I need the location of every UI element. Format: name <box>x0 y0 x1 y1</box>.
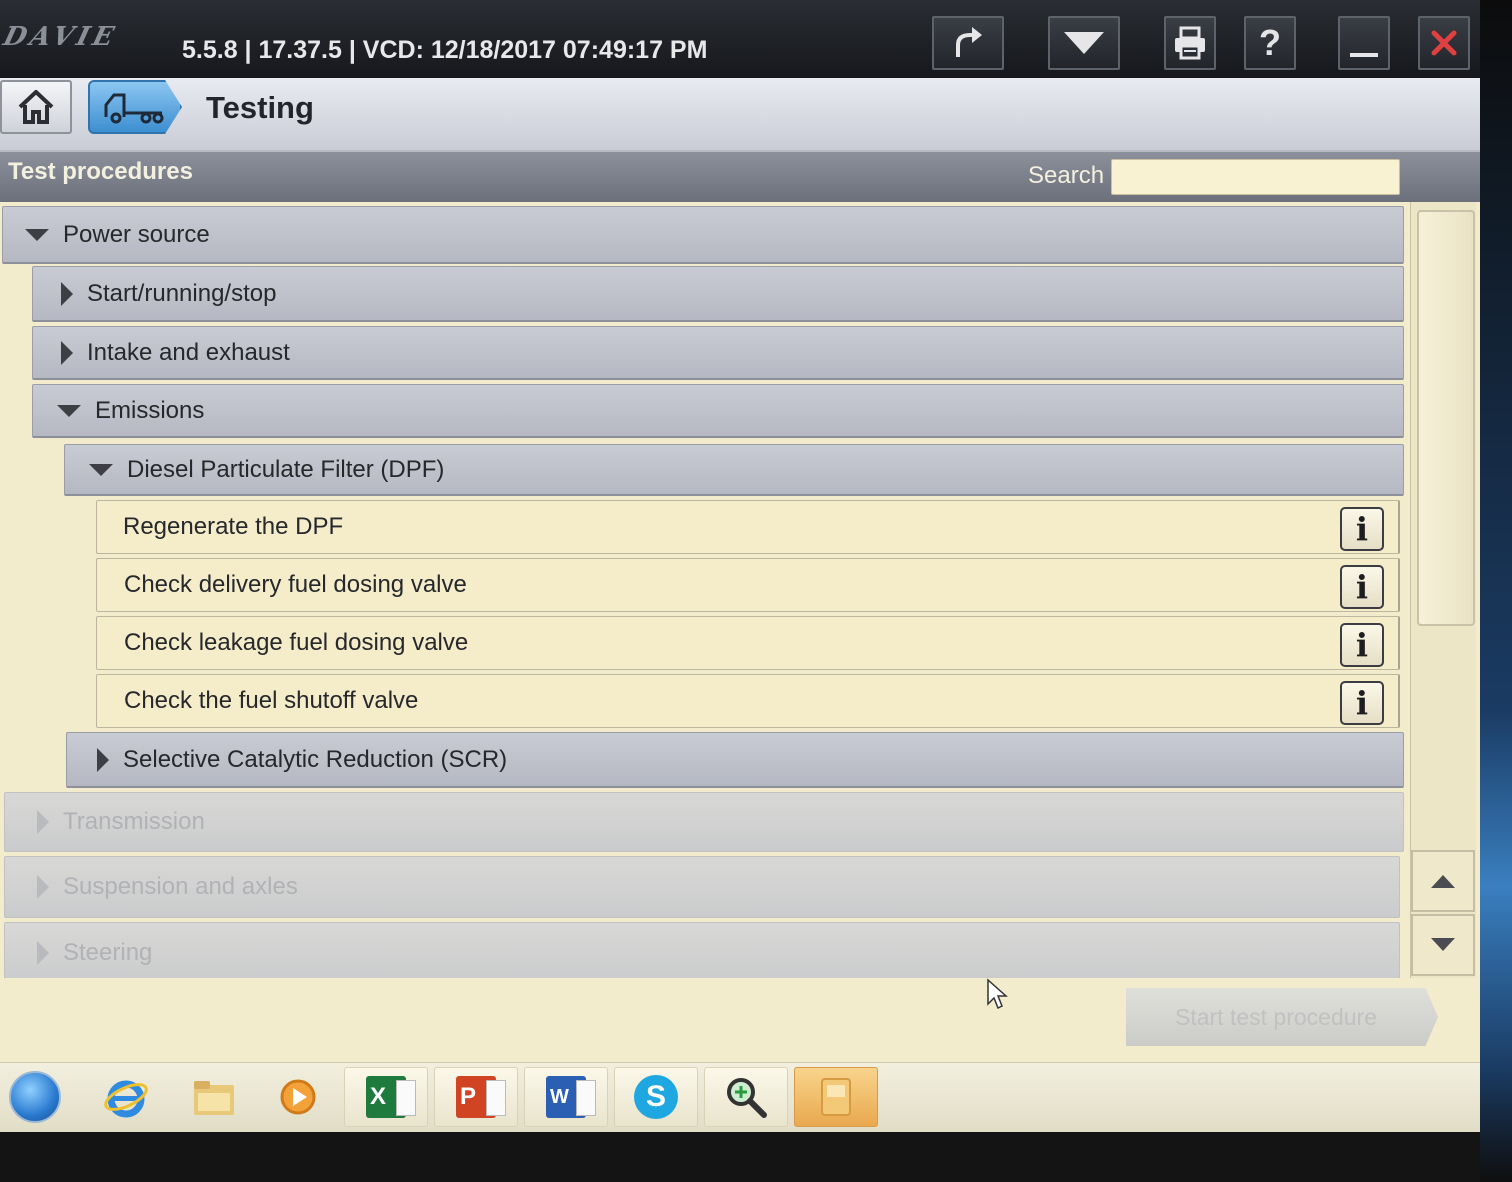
tree-item-dpf[interactable]: Diesel Particulate Filter (DPF) <box>64 444 1404 496</box>
navigation-bar: Testing <box>0 78 1480 150</box>
minimize-icon <box>1350 53 1378 57</box>
main-content: Power source Start/running/stop Intake a… <box>0 202 1480 1062</box>
procedure-check-fuel-shutoff-valve[interactable]: Check the fuel shutoff valve i <box>96 674 1400 728</box>
printer-icon <box>1175 26 1205 60</box>
procedure-label: Check the fuel shutoff valve <box>124 687 419 714</box>
help-button[interactable]: ? <box>1244 16 1296 70</box>
tree-item-label: Power source <box>63 220 210 248</box>
magnifier-icon <box>727 1078 767 1118</box>
dropdown-button[interactable] <box>1048 16 1120 70</box>
taskbar-media-player[interactable] <box>256 1067 340 1127</box>
tree-item-label: Selective Catalytic Reduction (SCR) <box>123 745 508 773</box>
caret-down-icon <box>25 228 49 241</box>
tree-item-suspension-axles: Suspension and axles <box>4 856 1400 918</box>
tree-item-transmission: Transmission <box>4 792 1404 852</box>
vehicle-button[interactable] <box>88 80 182 134</box>
tree-item-label: Intake and exhaust <box>87 338 290 366</box>
procedure-check-delivery-fuel-dosing-valve[interactable]: Check delivery fuel dosing valve i <box>96 558 1400 612</box>
taskbar-skype[interactable]: S <box>614 1067 698 1127</box>
dropdown-triangle-icon <box>1064 32 1104 54</box>
redo-arrow-icon <box>956 27 982 57</box>
close-button[interactable] <box>1418 16 1470 70</box>
info-icon[interactable]: i <box>1340 623 1384 667</box>
taskbar-file-explorer[interactable] <box>172 1067 256 1127</box>
tree-item-intake-exhaust[interactable]: Intake and exhaust <box>32 326 1404 380</box>
info-icon[interactable]: i <box>1340 507 1384 551</box>
procedure-check-leakage-fuel-dosing-valve[interactable]: Check leakage fuel dosing valve i <box>96 616 1400 670</box>
page-title: Testing <box>206 90 314 125</box>
search-label: Search <box>1028 162 1105 189</box>
home-icon <box>18 90 54 124</box>
tree-item-label: Suspension and axles <box>63 873 298 900</box>
title-bar: DAVIE 5.5.8 | 17.37.5 | VCD: 12/18/2017 … <box>0 0 1480 78</box>
skype-icon: S <box>634 1075 678 1119</box>
redo-button[interactable] <box>932 16 1004 70</box>
taskbar-internet-explorer[interactable] <box>84 1067 168 1127</box>
caret-right-icon <box>37 875 49 899</box>
caret-right-icon <box>37 941 49 965</box>
search-input[interactable] <box>1111 159 1400 195</box>
caret-right-icon <box>61 340 73 365</box>
section-header: Test procedures Search <box>0 150 1480 202</box>
caret-down-icon <box>57 404 81 417</box>
caret-right-icon <box>97 747 109 772</box>
internet-explorer-icon <box>104 1080 148 1118</box>
windows-start-orb-icon <box>9 1071 61 1123</box>
tree-item-emissions[interactable]: Emissions <box>32 384 1404 438</box>
scrollbar-thumb[interactable] <box>1417 210 1475 626</box>
start-test-procedure-button[interactable]: Start test procedure <box>1126 988 1438 1046</box>
tree-item-label: Steering <box>63 939 153 966</box>
help-icon: ? <box>1259 22 1281 63</box>
taskbar: X P W S <box>0 1062 1480 1132</box>
taskbar-magnifier[interactable] <box>704 1067 788 1127</box>
taskbar-powerpoint[interactable]: P <box>434 1067 518 1127</box>
scroll-up-button[interactable] <box>1411 850 1475 912</box>
info-icon[interactable]: i <box>1340 565 1384 609</box>
info-icon[interactable]: i <box>1340 681 1384 725</box>
tree-item-label: Transmission <box>63 808 205 835</box>
scroll-up-arrow-icon <box>1431 875 1455 888</box>
caret-right-icon <box>37 810 49 834</box>
minimize-button[interactable] <box>1338 16 1390 70</box>
taskbar-excel[interactable]: X <box>344 1067 428 1127</box>
tree-item-label: Start/running/stop <box>87 279 277 307</box>
procedure-label: Check delivery fuel dosing valve <box>124 571 467 598</box>
mouse-cursor-icon <box>987 978 1008 1010</box>
desktop-background-edge <box>1480 0 1512 1182</box>
davie-app-icon <box>821 1078 851 1116</box>
tree-item-power-source[interactable]: Power source <box>2 206 1404 264</box>
scroll-down-button[interactable] <box>1411 914 1475 976</box>
caret-right-icon <box>61 281 73 306</box>
print-button[interactable] <box>1164 16 1216 70</box>
word-icon: W <box>546 1076 596 1118</box>
media-player-icon <box>280 1079 316 1115</box>
version-info: 5.5.8 | 17.37.5 | VCD: 12/18/2017 07:49:… <box>182 36 708 64</box>
tree-item-steering: Steering <box>4 922 1400 978</box>
procedure-regenerate-dpf[interactable]: Regenerate the DPF i <box>96 500 1400 554</box>
scroll-down-arrow-icon <box>1431 938 1455 951</box>
powerpoint-icon: P <box>456 1076 506 1118</box>
procedure-label: Regenerate the DPF <box>123 513 344 540</box>
tree-item-label: Emissions <box>95 396 205 424</box>
section-title: Test procedures <box>8 158 193 185</box>
caret-down-icon <box>89 463 113 476</box>
tree-item-label: Diesel Particulate Filter (DPF) <box>127 455 445 483</box>
file-explorer-icon <box>194 1081 234 1115</box>
home-button[interactable] <box>0 80 72 134</box>
app-logo: DAVIE <box>0 22 121 52</box>
start-button[interactable] <box>0 1067 70 1127</box>
vehicle-icon <box>104 93 164 124</box>
procedure-label: Check leakage fuel dosing valve <box>124 629 469 656</box>
close-icon <box>1431 30 1457 56</box>
taskbar-word[interactable]: W <box>524 1067 608 1127</box>
tree-item-start-running-stop[interactable]: Start/running/stop <box>32 266 1404 322</box>
scrollbar[interactable] <box>1410 202 1476 978</box>
test-procedure-tree: Power source Start/running/stop Intake a… <box>0 202 1410 978</box>
taskbar-davie-app[interactable] <box>794 1067 878 1127</box>
tree-item-scr[interactable]: Selective Catalytic Reduction (SCR) <box>66 732 1404 788</box>
excel-icon: X <box>366 1076 416 1118</box>
